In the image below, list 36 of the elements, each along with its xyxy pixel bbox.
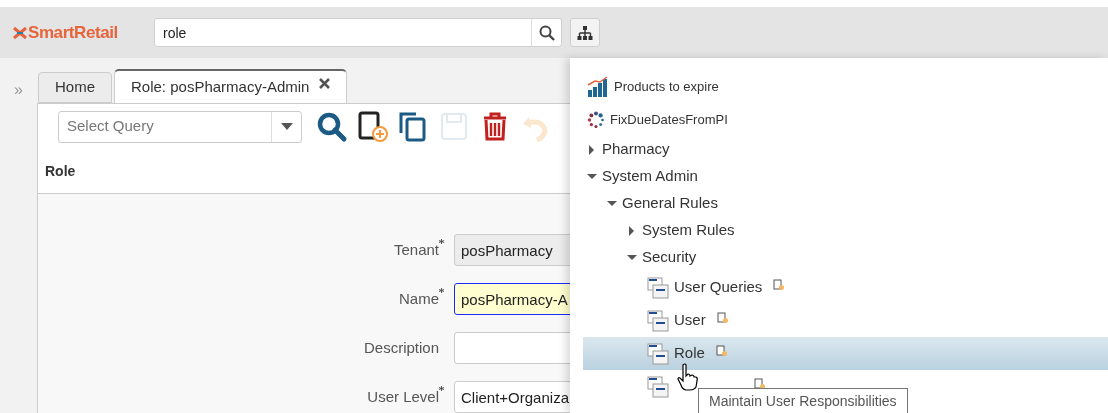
menu-item[interactable]: Role: [583, 337, 1108, 370]
windows-icon[interactable]: [647, 375, 669, 398]
note-icon[interactable]: [715, 344, 728, 357]
tree-folder[interactable]: General Rules: [622, 192, 718, 215]
menu-item[interactable]: Products to expire: [583, 70, 1108, 103]
logo-text: SmartRetail: [28, 21, 118, 44]
tree-folder[interactable]: System Admin: [602, 165, 698, 188]
tooltip: Maintain User Responsibilities: [698, 388, 908, 413]
menu-item[interactable]: FixDueDatesFromPI: [583, 103, 1108, 136]
note-icon[interactable]: [754, 377, 766, 390]
search-icon: [538, 24, 555, 41]
windows-icon: [647, 309, 669, 332]
close-icon[interactable]: [319, 77, 331, 89]
tree-folder[interactable]: Pharmacy: [602, 138, 670, 161]
logo-icon: [12, 25, 28, 40]
tab[interactable]: Home: [38, 72, 112, 103]
section-title: Role: [45, 161, 76, 181]
new-record-icon[interactable]: [357, 110, 389, 143]
hierarchy-icon: [577, 25, 593, 40]
spinner-icon: [587, 110, 605, 129]
windows-icon: [647, 276, 669, 299]
field-label: Name: [399, 288, 439, 309]
tab[interactable]: Role: posPharmacy-Admin: [114, 69, 348, 103]
query-select[interactable]: Select Query: [58, 110, 302, 143]
menu-tree-button[interactable]: [570, 18, 600, 47]
tree-folder[interactable]: System Rules: [642, 219, 735, 242]
field-label: Tenant: [393, 239, 439, 260]
caret-icon: [280, 123, 293, 130]
field-label: User Level: [367, 386, 439, 407]
bar-chart-icon: [587, 75, 609, 98]
field-label: Description: [363, 337, 439, 358]
windows-icon: [647, 342, 669, 365]
query-placeholder: Select Query: [66, 116, 155, 137]
search-icon[interactable]: [316, 110, 348, 143]
hand-cursor-icon: [677, 363, 699, 391]
tree-folder[interactable]: Security: [642, 246, 697, 269]
